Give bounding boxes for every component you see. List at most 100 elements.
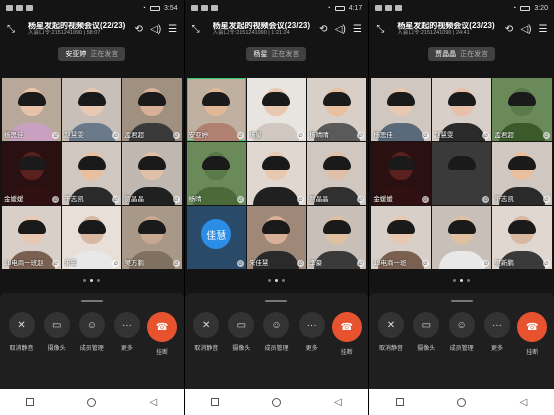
speaking-status: 正在发言 [460, 51, 489, 58]
participant-tile[interactable]: 贾晶晶 ∅ [122, 142, 182, 205]
participant-tile[interactable]: 朱震 ∅ [62, 206, 122, 269]
menu-icon[interactable]: ☰ [350, 22, 364, 36]
members-icon[interactable]: ☺ [78, 312, 105, 338]
participant-tile[interactable]: 安亚婷 ∅ [186, 78, 246, 141]
page-dot[interactable] [460, 278, 464, 282]
hangup-icon[interactable]: ☎ [331, 312, 362, 342]
members-icon[interactable]: ☺ [263, 312, 290, 338]
recents-icon[interactable] [395, 398, 404, 406]
participant-tile[interactable]: 朱佳慧 ∅ [246, 206, 307, 269]
participant-tile[interactable]: 赵慧雯 ∅ [431, 78, 492, 141]
recents-icon[interactable] [26, 398, 35, 406]
more-icon[interactable]: ··· [483, 312, 510, 338]
minimize-icon[interactable]: ⤡ [4, 22, 18, 36]
members-button[interactable]: ☺ 成员管理 [445, 312, 479, 352]
participant-tile[interactable]: 吴方鹏 ∅ [122, 206, 182, 269]
members-icon[interactable]: ☺ [448, 312, 475, 338]
camera-button[interactable]: ▭ 摄像头 [224, 312, 258, 352]
participant-tile[interactable]: 于志凯 ∅ [492, 142, 552, 205]
mic-off-icon[interactable]: ✕ [193, 312, 220, 338]
page-dot[interactable] [267, 278, 271, 282]
participant-tile[interactable]: 杨星 ∅ [246, 78, 307, 141]
participant-tile[interactable]: 杨思佳 ∅ [371, 78, 431, 141]
page-dot[interactable] [281, 278, 285, 282]
participant-tile[interactable]: 于志凯 ∅ [62, 142, 122, 205]
mic-status-icon: ∅ [542, 196, 550, 203]
mic-off-button[interactable]: ✕ 取消静音 [5, 312, 39, 352]
participant-name: 吴新鹏 [494, 260, 514, 267]
participant-tile[interactable]: 杨思佳 ∅ [2, 78, 62, 141]
camera-icon[interactable]: ▭ [228, 312, 255, 338]
control-panel: ✕ 取消静音 ▭ 摄像头 ☺ 成员管理 ··· 更多 ☎ 挂断 [369, 293, 554, 389]
mic-off-icon[interactable]: ✕ [377, 312, 404, 338]
participant-tile[interactable]: 孟君超 ∅ [122, 78, 182, 141]
hangup-icon[interactable]: ☎ [517, 312, 548, 342]
recents-icon[interactable] [211, 398, 220, 406]
mic-status-icon: ∅ [421, 196, 429, 203]
page-dot[interactable] [467, 278, 471, 282]
speaker-icon[interactable]: ◁) [519, 22, 533, 36]
participant-tile[interactable]: 杨晴晴 ∅ [307, 78, 367, 141]
participant-tile[interactable]: 杨晴 ∅ [186, 142, 246, 205]
participant-name: 朱震 [64, 260, 78, 267]
mic-status-icon: ∅ [482, 132, 490, 139]
participant-tile[interactable]: 18电商一班 ∅ [371, 206, 431, 269]
page-dot[interactable] [90, 278, 94, 282]
participant-tile[interactable]: 赵慧雯 ∅ [62, 78, 122, 141]
participant-name: 李豪 [309, 260, 323, 267]
more-button[interactable]: ··· 更多 [110, 312, 144, 352]
page-dot[interactable] [83, 278, 87, 282]
home-icon[interactable] [87, 397, 97, 407]
mic-status-icon: ∅ [357, 132, 365, 139]
speaker-icon[interactable]: ◁) [149, 22, 163, 36]
page-dot[interactable] [274, 278, 278, 282]
minimize-icon[interactable]: ⤡ [373, 22, 387, 36]
page-dot[interactable] [453, 278, 457, 282]
switch-camera-icon[interactable]: ⟲ [316, 22, 330, 36]
home-icon[interactable] [272, 397, 282, 407]
participant-tile[interactable]: ∅ [431, 142, 492, 205]
members-button[interactable]: ☺ 成员管理 [75, 312, 109, 352]
more-icon[interactable]: ··· [298, 312, 325, 338]
page-dot[interactable] [97, 278, 101, 282]
hangup-icon[interactable]: ☎ [147, 312, 178, 342]
participant-tile[interactable]: 贾晶晶 ∅ [307, 142, 367, 205]
participant-name: 杨晴晴 [309, 132, 329, 139]
participant-tile[interactable]: ∅ [431, 206, 492, 269]
mic-off-button[interactable]: ✕ 取消静音 [189, 312, 223, 352]
back-icon[interactable]: ◁ [149, 397, 157, 408]
participant-tile[interactable]: 金媛媛 ∅ [2, 142, 62, 205]
participant-tile[interactable]: 李豪 ∅ [307, 206, 367, 269]
participant-tile[interactable]: 金媛媛 ∅ [371, 142, 431, 205]
more-button[interactable]: ··· 更多 [480, 312, 514, 352]
mic-off-icon[interactable]: ✕ [8, 312, 35, 338]
menu-icon[interactable]: ☰ [166, 22, 180, 36]
mic-off-button[interactable]: ✕ 取消静音 [374, 312, 408, 352]
camera-button[interactable]: ▭ 摄像头 [409, 312, 443, 352]
hangup-button[interactable]: ☎ 挂断 [330, 312, 364, 356]
participant-tile[interactable]: 18电商一班赵 ∅ [2, 206, 62, 269]
switch-camera-icon[interactable]: ⟲ [132, 22, 146, 36]
camera-icon[interactable]: ▭ [43, 312, 70, 338]
mic-status-icon: ∅ [421, 260, 429, 267]
back-icon[interactable]: ◁ [334, 397, 342, 408]
participant-tile[interactable]: 孟君超 ∅ [492, 78, 552, 141]
phone-screen: ◔ 4:17 ⤡ 杨星发起的视频会议(23/23) 入会口令:2151241090 | … [184, 0, 370, 415]
more-icon[interactable]: ··· [113, 312, 140, 338]
menu-icon[interactable]: ☰ [536, 22, 550, 36]
back-icon[interactable]: ◁ [520, 397, 528, 408]
hangup-button[interactable]: ☎ 挂断 [515, 312, 549, 356]
participant-tile[interactable]: ∅ [246, 142, 307, 205]
home-icon[interactable] [457, 397, 467, 407]
speaker-icon[interactable]: ◁) [333, 22, 347, 36]
participant-tile[interactable]: 佳慧 ∅ [186, 206, 246, 269]
hangup-button[interactable]: ☎ 挂断 [145, 312, 179, 356]
minimize-icon[interactable]: ⤡ [189, 22, 203, 36]
members-button[interactable]: ☺ 成员管理 [259, 312, 293, 352]
titlebar-actions: ⟲ ◁) ☰ [316, 22, 364, 36]
switch-camera-icon[interactable]: ⟲ [502, 22, 516, 36]
participant-tile[interactable]: 吴新鹏 ∅ [492, 206, 552, 269]
camera-icon[interactable]: ▭ [413, 312, 440, 338]
more-button[interactable]: ··· 更多 [295, 312, 329, 352]
camera-button[interactable]: ▭ 摄像头 [40, 312, 74, 352]
